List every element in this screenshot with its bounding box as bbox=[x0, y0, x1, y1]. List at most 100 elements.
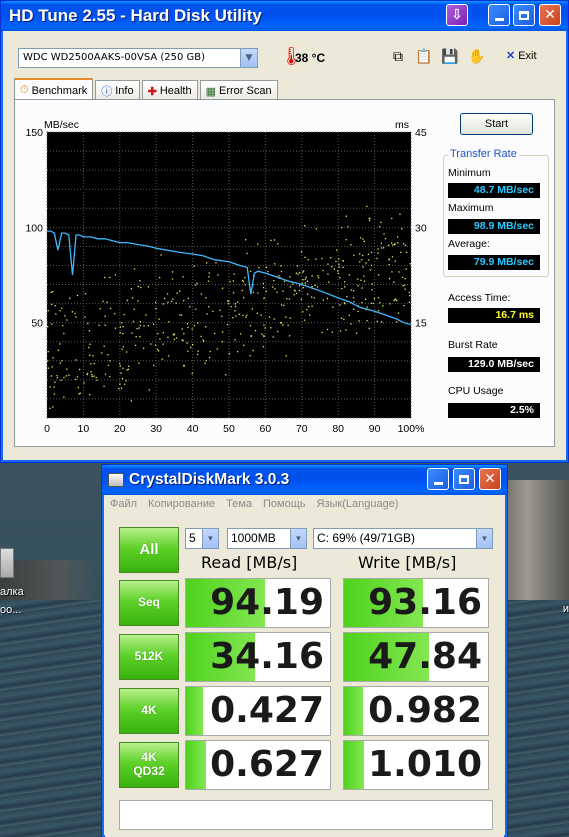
tab-error-scan[interactable]: ▦ Error Scan bbox=[199, 80, 278, 99]
desktop-icon-label[interactable]: алка bbox=[0, 586, 24, 598]
access-time-point bbox=[300, 298, 302, 300]
access-time-point bbox=[197, 353, 199, 355]
minimize-button[interactable] bbox=[427, 468, 449, 490]
access-time-point bbox=[384, 238, 387, 240]
access-time-point bbox=[47, 351, 49, 353]
save-icon[interactable]: 💾 bbox=[441, 48, 459, 66]
status-comment-field[interactable] bbox=[119, 800, 493, 830]
size-select[interactable]: 1000MB ▼ bbox=[227, 528, 307, 549]
access-time-point bbox=[126, 299, 128, 301]
access-time-point bbox=[229, 280, 231, 283]
copy-info-icon[interactable]: 📋 bbox=[415, 48, 433, 66]
access-time-point bbox=[49, 407, 51, 409]
access-time-point bbox=[183, 299, 185, 302]
access-time-point bbox=[208, 357, 211, 359]
4k-qd32-button[interactable]: 4K QD32 bbox=[119, 742, 179, 788]
access-time-point bbox=[133, 308, 135, 310]
access-time-point bbox=[181, 314, 183, 316]
start-button[interactable]: Start bbox=[460, 113, 533, 135]
access-time-point bbox=[394, 260, 396, 262]
cdm-titlebar[interactable]: CrystalDiskMark 3.0.3 ✕ bbox=[102, 465, 507, 495]
seq-button[interactable]: Seq bbox=[119, 580, 179, 626]
result-level-bar bbox=[344, 687, 363, 735]
access-time-point bbox=[265, 266, 268, 268]
access-time-point bbox=[131, 332, 133, 334]
access-time-point bbox=[330, 257, 332, 259]
access-time-point bbox=[338, 258, 340, 260]
access-time-point bbox=[179, 314, 181, 316]
access-time-point bbox=[311, 305, 313, 307]
access-time-point bbox=[342, 260, 344, 262]
access-time-point bbox=[391, 242, 393, 244]
close-button[interactable]: ✕ bbox=[539, 4, 561, 26]
desktop-icon-label[interactable]: оо... bbox=[0, 604, 21, 616]
desktop-icon-label-right[interactable]: и bbox=[563, 603, 569, 615]
access-time-point bbox=[236, 301, 239, 303]
download-arrow-icon[interactable]: ⇩ bbox=[446, 4, 468, 26]
minimize-button[interactable] bbox=[488, 4, 510, 26]
copy-icon[interactable]: ⧉ bbox=[389, 48, 407, 66]
access-time-point bbox=[304, 319, 306, 321]
chevron-down-icon[interactable]: ▼ bbox=[202, 529, 218, 548]
access-time-point bbox=[263, 297, 265, 299]
all-button[interactable]: All bbox=[119, 527, 179, 573]
access-time-point bbox=[57, 349, 59, 352]
options-icon[interactable]: ✋ bbox=[468, 48, 486, 66]
menu-copy[interactable]: Копирование bbox=[143, 497, 221, 515]
512k-button[interactable]: 512K bbox=[119, 634, 179, 680]
access-time-point bbox=[133, 268, 136, 270]
tab-info[interactable]: ⓘ Info bbox=[95, 80, 140, 99]
drive-select[interactable]: WDC WD2500AAKS-00VSA (250 GB) ▼ bbox=[18, 48, 258, 68]
maximum-value: 98.9 MB/sec bbox=[448, 219, 540, 234]
access-time-point bbox=[401, 228, 403, 230]
menu-theme[interactable]: Тема bbox=[221, 497, 258, 515]
maximize-button[interactable] bbox=[513, 4, 535, 26]
maximize-button[interactable] bbox=[453, 468, 475, 490]
y2-tick-label: 15 bbox=[415, 318, 427, 330]
chevron-down-icon[interactable]: ▼ bbox=[290, 529, 306, 548]
access-time-point bbox=[405, 251, 408, 254]
tab-label: Benchmark bbox=[31, 84, 88, 97]
access-time-point bbox=[47, 325, 49, 328]
x-tick-label: 90 bbox=[369, 423, 381, 435]
access-time-point bbox=[107, 354, 109, 356]
access-time-point bbox=[366, 306, 368, 308]
access-time-point bbox=[336, 249, 338, 251]
access-time-point bbox=[205, 360, 207, 362]
exit-button[interactable]: ✕ Exit bbox=[506, 49, 537, 62]
access-time-point bbox=[304, 278, 306, 280]
access-time-point bbox=[316, 286, 319, 288]
tab-health[interactable]: ✚ Health bbox=[141, 80, 198, 99]
access-time-point bbox=[397, 242, 399, 244]
menu-language[interactable]: Язык(Language) bbox=[312, 497, 405, 515]
access-time-point bbox=[226, 324, 229, 326]
desktop-file-icon[interactable] bbox=[0, 548, 14, 578]
access-time-point bbox=[350, 289, 352, 291]
hdtune-titlebar[interactable]: HD Tune 2.55 - Hard Disk Utility ⇩ ✕ bbox=[1, 1, 568, 31]
menu-file[interactable]: Файл bbox=[105, 497, 143, 515]
access-time-point bbox=[89, 354, 91, 356]
x-tick-label: 0 bbox=[44, 423, 50, 435]
chevron-down-icon[interactable]: ▼ bbox=[476, 529, 492, 548]
access-time-point bbox=[154, 344, 157, 346]
count-select-value: 5 bbox=[189, 531, 196, 545]
access-time-point bbox=[87, 322, 89, 325]
access-time-point bbox=[262, 282, 264, 285]
drive-select[interactable]: C: 69% (49/71GB) ▼ bbox=[313, 528, 493, 549]
access-time-point bbox=[173, 338, 176, 340]
access-time-point bbox=[187, 297, 189, 299]
access-time-point bbox=[326, 328, 329, 331]
close-button[interactable]: ✕ bbox=[479, 468, 501, 490]
access-time-point bbox=[147, 286, 150, 288]
count-select[interactable]: 5 ▼ bbox=[185, 528, 219, 549]
chevron-down-icon[interactable]: ▼ bbox=[240, 49, 257, 67]
access-time-point bbox=[182, 365, 185, 367]
4k-button[interactable]: 4K bbox=[119, 688, 179, 734]
menu-help[interactable]: Помощь bbox=[258, 497, 312, 515]
access-time-point bbox=[338, 263, 340, 265]
access-time-point bbox=[359, 261, 361, 263]
access-time-point bbox=[341, 226, 343, 229]
access-time-point bbox=[246, 314, 248, 316]
access-time-point bbox=[403, 284, 406, 286]
tab-benchmark[interactable]: ⏱ Benchmark bbox=[14, 78, 94, 99]
